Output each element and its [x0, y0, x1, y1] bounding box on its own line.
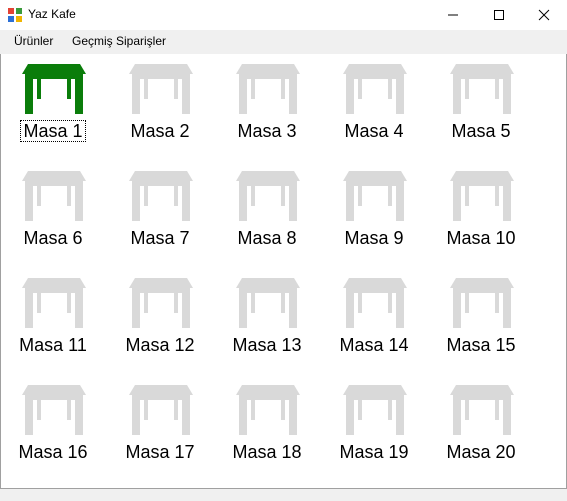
table-label: Masa 14: [324, 334, 424, 356]
table-label: Masa 2: [110, 120, 210, 142]
table-icon: [450, 385, 514, 435]
table-label: Masa 15: [431, 334, 531, 356]
table-masa-2[interactable]: Masa 2: [110, 56, 210, 156]
table-icon: [236, 171, 300, 221]
table-label-text: Masa 7: [130, 228, 190, 248]
table-label-text: Masa 4: [344, 121, 404, 141]
table-icon: [236, 278, 300, 328]
table-label: Masa 10: [431, 227, 531, 249]
table-icon: [129, 171, 193, 221]
table-label: Masa 12: [110, 334, 210, 356]
table-icon: [450, 64, 514, 114]
table-label: Masa 18: [217, 441, 317, 463]
table-label-text: Masa 5: [451, 121, 511, 141]
table-label-text: Masa 10: [446, 228, 516, 248]
table-label-text: Masa 19: [339, 442, 409, 462]
table-label-text: Masa 12: [125, 335, 195, 355]
window-bottom-edge: [0, 489, 567, 501]
app-icon: [8, 8, 22, 22]
table-label: Masa 5: [431, 120, 531, 142]
table-masa-16[interactable]: Masa 16: [3, 377, 103, 477]
table-label: Masa 8: [217, 227, 317, 249]
title-bar: Yaz Kafe: [0, 0, 567, 30]
table-label-text: Masa 8: [237, 228, 297, 248]
table-icon: [129, 385, 193, 435]
table-label-text: Masa 14: [339, 335, 409, 355]
table-label: Masa 20: [431, 441, 531, 463]
table-icon: [450, 171, 514, 221]
close-icon: [538, 9, 550, 21]
table-masa-18[interactable]: Masa 18: [217, 377, 317, 477]
table-label: Masa 4: [324, 120, 424, 142]
maximize-icon: [494, 10, 504, 20]
table-masa-20[interactable]: Masa 20: [431, 377, 531, 477]
minimize-button[interactable]: [430, 0, 476, 30]
table-masa-6[interactable]: Masa 6: [3, 163, 103, 263]
table-label: Masa 19: [324, 441, 424, 463]
table-icon: [22, 64, 86, 114]
table-label: Masa 11: [3, 334, 103, 356]
table-icon: [22, 278, 86, 328]
table-masa-1[interactable]: Masa 1: [3, 56, 103, 156]
close-button[interactable]: [521, 0, 567, 30]
table-label-text: Masa 9: [344, 228, 404, 248]
table-label-text: Masa 13: [232, 335, 302, 355]
table-label: Masa 9: [324, 227, 424, 249]
table-icon: [450, 278, 514, 328]
table-label: Masa 13: [217, 334, 317, 356]
table-label-text: Masa 15: [446, 335, 516, 355]
table-label-text: Masa 20: [446, 442, 516, 462]
table-masa-12[interactable]: Masa 12: [110, 270, 210, 370]
minimize-icon: [448, 14, 458, 16]
table-masa-4[interactable]: Masa 4: [324, 56, 424, 156]
table-label-text: Masa 3: [237, 121, 297, 141]
table-masa-14[interactable]: Masa 14: [324, 270, 424, 370]
table-icon: [129, 278, 193, 328]
table-masa-3[interactable]: Masa 3: [217, 56, 317, 156]
table-label: Masa 1: [3, 120, 103, 142]
menu-gecmis-siparisler[interactable]: Geçmiş Siparişler: [70, 34, 168, 48]
table-icon: [343, 385, 407, 435]
table-icon: [22, 385, 86, 435]
table-masa-8[interactable]: Masa 8: [217, 163, 317, 263]
table-icon: [129, 64, 193, 114]
table-icon: [236, 64, 300, 114]
table-label-text: Masa 6: [23, 228, 83, 248]
table-icon: [343, 171, 407, 221]
table-icon: [22, 171, 86, 221]
table-label: Masa 6: [3, 227, 103, 249]
table-label: Masa 3: [217, 120, 317, 142]
table-masa-13[interactable]: Masa 13: [217, 270, 317, 370]
tables-panel: Masa 1 Masa 2 Masa 3 Masa 4 Masa 5 Masa 6 Masa…: [0, 54, 567, 489]
table-icon: [236, 385, 300, 435]
menu-urunler[interactable]: Ürünler: [12, 34, 55, 48]
menu-bar: Ürünler Geçmiş Siparişler: [0, 30, 567, 54]
table-label: Masa 17: [110, 441, 210, 463]
table-masa-7[interactable]: Masa 7: [110, 163, 210, 263]
table-label-text: Masa 17: [125, 442, 195, 462]
table-icon: [343, 278, 407, 328]
table-masa-15[interactable]: Masa 15: [431, 270, 531, 370]
maximize-button[interactable]: [476, 0, 522, 30]
table-masa-19[interactable]: Masa 19: [324, 377, 424, 477]
table-label-text: Masa 2: [130, 121, 190, 141]
table-masa-9[interactable]: Masa 9: [324, 163, 424, 263]
table-icon: [343, 64, 407, 114]
window-title: Yaz Kafe: [28, 7, 76, 21]
table-masa-10[interactable]: Masa 10: [431, 163, 531, 263]
table-label-text: Masa 1: [20, 120, 86, 142]
table-masa-17[interactable]: Masa 17: [110, 377, 210, 477]
table-label-text: Masa 11: [19, 335, 87, 355]
table-label: Masa 16: [3, 441, 103, 463]
table-masa-11[interactable]: Masa 11: [3, 270, 103, 370]
table-masa-5[interactable]: Masa 5: [431, 56, 531, 156]
table-label: Masa 7: [110, 227, 210, 249]
table-label-text: Masa 16: [18, 442, 88, 462]
table-label-text: Masa 18: [232, 442, 302, 462]
